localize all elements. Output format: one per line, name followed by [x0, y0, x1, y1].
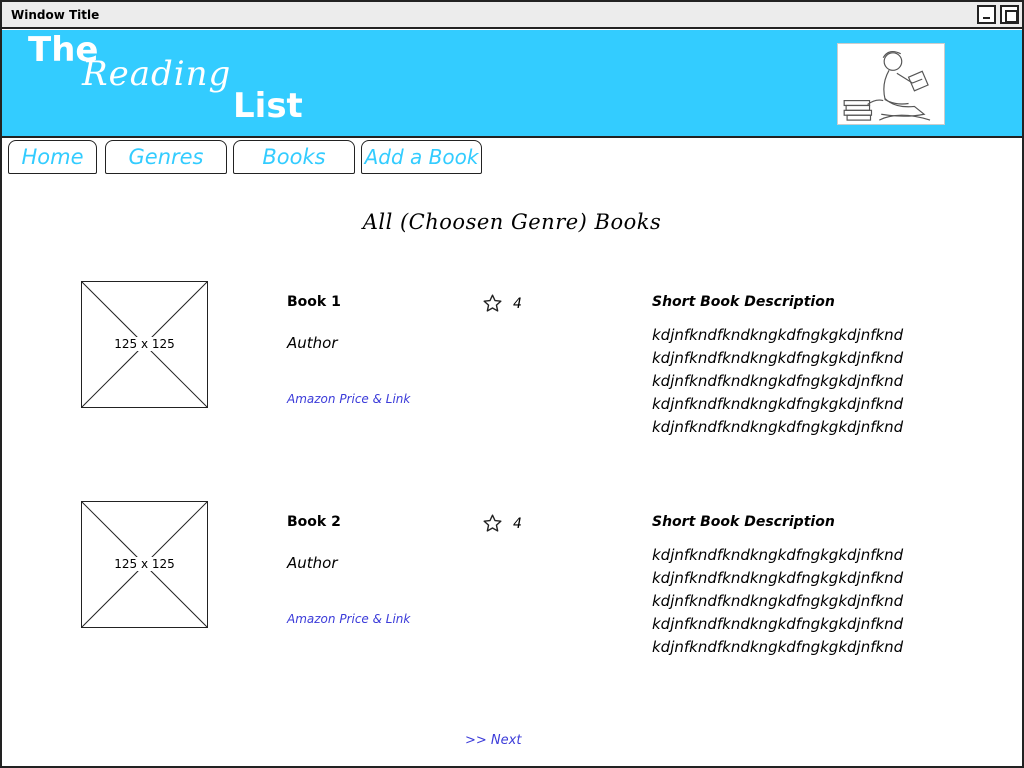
tab-add-a-book[interactable]: Add a Book [361, 140, 482, 174]
tab-home[interactable]: Home [8, 140, 97, 174]
book-description: kdjnfkndfkndkngkdfngkgkdjnfknd kdjnfkndf… [652, 324, 903, 439]
logo-text-list: List [233, 86, 303, 126]
window-title: Window Title [11, 8, 100, 22]
page-title: All (Choosen Genre) Books [362, 210, 662, 234]
description-line: kdjnfkndfkndkngkdfngkgkdjnfknd [652, 349, 904, 367]
star-icon[interactable] [482, 513, 503, 534]
site-header: The Reading List [2, 30, 1022, 138]
reading-child-illustration [837, 43, 945, 125]
description-heading: Short Book Description [652, 514, 835, 530]
rating-value: 4 [513, 516, 522, 532]
tab-genres[interactable]: Genres [105, 140, 227, 174]
description-line: kdjnfkndfkndkngkdfngkgkdjnfknd [652, 418, 904, 436]
title-bar: Window Title [2, 2, 1022, 29]
app-window: Window Title The Reading List Home Genre… [0, 0, 1024, 768]
minimize-button[interactable] [977, 5, 996, 24]
star-icon[interactable] [482, 293, 503, 314]
maximize-button[interactable] [1000, 5, 1019, 24]
book-row: 125 x 125 Book 1 Author Amazon Price & L… [2, 280, 1022, 440]
cover-size-label: 125 x 125 [112, 557, 177, 571]
book-cover-placeholder: 125 x 125 [81, 501, 208, 628]
description-line: kdjnfkndfkndkngkdfngkgkdjnfknd [652, 372, 904, 390]
cover-size-label: 125 x 125 [112, 337, 177, 351]
tab-books[interactable]: Books [233, 140, 355, 174]
rating-value: 4 [513, 296, 522, 312]
description-line: kdjnfkndfkndkngkdfngkgkdjnfknd [652, 638, 904, 656]
description-line: kdjnfkndfkndkngkdfngkgkdjnfknd [652, 615, 904, 633]
description-line: kdjnfkndfkndkngkdfngkgkdjnfknd [652, 326, 904, 344]
book-row: 125 x 125 Book 2 Author Amazon Price & L… [2, 500, 1022, 660]
description-line: kdjnfkndfkndkngkdfngkgkdjnfknd [652, 546, 904, 564]
description-heading: Short Book Description [652, 294, 835, 310]
book-title: Book 1 [287, 294, 341, 310]
book-cover-placeholder: 125 x 125 [81, 281, 208, 408]
amazon-price-link[interactable]: Amazon Price & Link [287, 612, 410, 626]
description-line: kdjnfkndfkndkngkdfngkgkdjnfknd [652, 395, 904, 413]
logo-text-reading: Reading [82, 54, 232, 94]
book-title: Book 2 [287, 514, 341, 530]
description-line: kdjnfkndfkndkngkdfngkgkdjnfknd [652, 569, 904, 587]
amazon-price-link[interactable]: Amazon Price & Link [287, 392, 410, 406]
next-page-link[interactable]: >> Next [465, 733, 521, 748]
book-description: kdjnfkndfkndkngkdfngkgkdjnfknd kdjnfkndf… [652, 544, 903, 659]
description-line: kdjnfkndfkndkngkdfngkgkdjnfknd [652, 592, 904, 610]
book-author: Author [287, 554, 338, 572]
book-author: Author [287, 334, 338, 352]
